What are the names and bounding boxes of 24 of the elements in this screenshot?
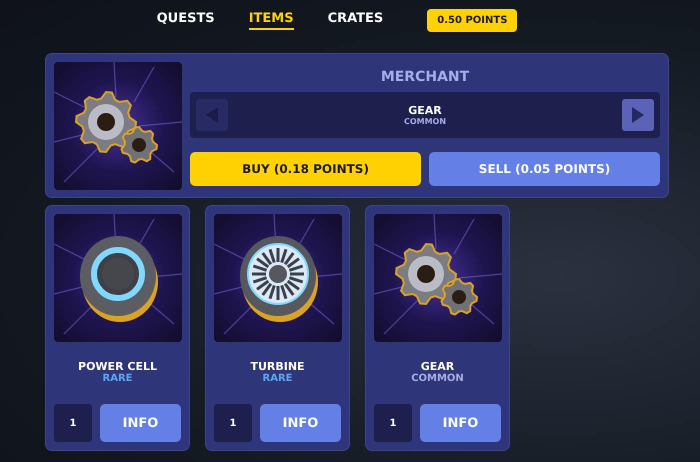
points-badge: 0.50 POINTS [427,8,518,32]
merchant-title: MERCHANT [380,68,470,87]
buy-button[interactable]: BUY (0.18 POINTS) [190,152,421,186]
item-name: TURBINE [250,360,305,373]
item-name: GEAR [408,104,442,117]
item-count: 1 [374,404,412,442]
info-button[interactable]: INFO [260,404,341,442]
nav-tab[interactable]: ITEMS [248,10,294,30]
item-count: 1 [214,404,252,442]
nav-tab[interactable]: QUESTS [156,10,215,30]
next-arrow-button[interactable] [622,99,654,131]
item-rarity: COMMON [404,117,446,126]
info-button[interactable]: INFO [420,404,501,442]
sell-button[interactable]: SELL (0.05 POINTS) [429,152,660,186]
item-count: 1 [54,404,92,442]
item-rarity: RARE [102,373,132,384]
item-rarity: RARE [262,373,292,384]
nav-tab[interactable]: CRATES [328,10,384,30]
item-name: POWER CELL [78,360,157,373]
right-triangle-icon [632,107,644,123]
item-name: GEAR [420,360,454,373]
left-triangle-icon [206,107,218,123]
info-button[interactable]: INFO [100,404,181,442]
item-rarity: COMMON [411,373,464,384]
